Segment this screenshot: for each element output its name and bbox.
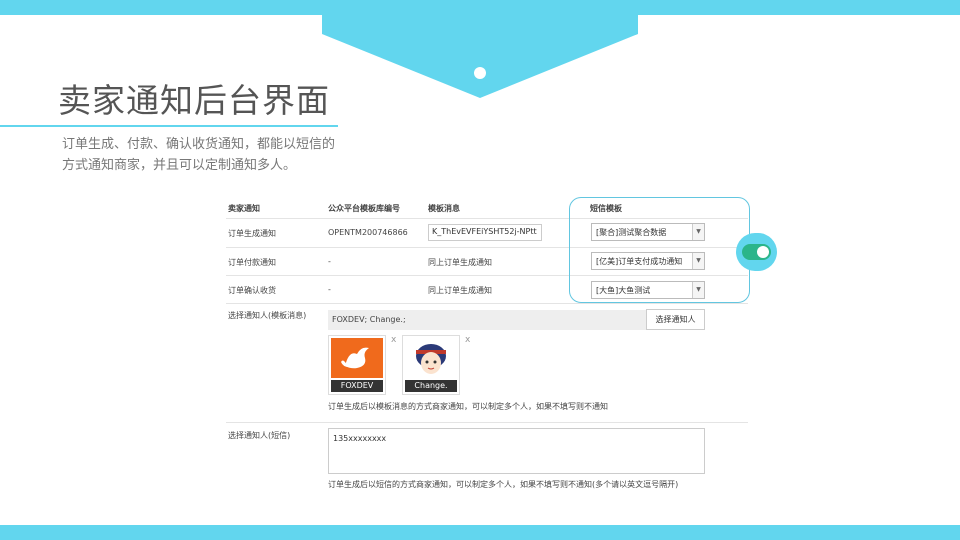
title-underline (0, 125, 338, 127)
divider (226, 303, 748, 304)
fox-logo-icon (331, 338, 383, 378)
template-id-input[interactable]: K_ThEvEVFEiYSHT52j-NPtt (428, 224, 542, 241)
row-code: - (328, 257, 331, 266)
row-template: 同上订单生成通知 (428, 258, 492, 267)
remove-person-icon[interactable]: x (465, 335, 470, 345)
notify-sms-textarea[interactable]: 135xxxxxxxx (328, 428, 705, 474)
avatar-character-icon (405, 338, 457, 378)
page-title: 卖家通知后台界面 (58, 81, 330, 120)
row-code: OPENTM200746866 (328, 228, 408, 237)
remove-person-icon[interactable]: x (391, 335, 396, 345)
notify-sms-hint: 订单生成后以短信的方式商家通知，可以制定多个人，如果不填写则不通知(多个请以英文… (328, 480, 679, 489)
person-card-foxdev[interactable]: FOXDEV (328, 335, 386, 395)
person-name: Change. (405, 380, 457, 392)
page-subtitle: 订单生成、付款、确认收货通知，都能以短信的方式通知商家，并且可以定制通知多人。 (62, 137, 336, 173)
toggle-badge (736, 233, 777, 271)
header-template-message: 模板消息 (428, 204, 460, 213)
person-name: FOXDEV (331, 380, 383, 392)
toggle-knob (757, 246, 769, 258)
row-name: 订单付款通知 (228, 258, 276, 267)
row-name: 订单确认收货 (228, 286, 276, 295)
header-seller-notify: 卖家通知 (228, 204, 260, 213)
notify-template-hint: 订单生成后以模板消息的方式商家通知，可以制定多个人，如果不填写则不通知 (328, 402, 608, 411)
header-template-code: 公众平台模板库编号 (328, 204, 400, 213)
bottom-accent-bar (0, 525, 960, 540)
sms-column-highlight (569, 197, 750, 303)
person-card-change[interactable]: Change. (402, 335, 460, 395)
row-template: 同上订单生成通知 (428, 286, 492, 295)
divider (226, 422, 748, 423)
sms-toggle-switch[interactable] (742, 244, 771, 260)
notify-template-input[interactable]: FOXDEV; Change.; (328, 310, 646, 330)
select-notifier-button[interactable]: 选择通知人 (646, 309, 705, 330)
row-name: 订单生成通知 (228, 229, 276, 238)
notify-sms-label: 选择通知人(短信) (228, 431, 291, 440)
row-code: - (328, 285, 331, 294)
notify-template-label: 选择通知人(模板消息) (228, 311, 307, 320)
